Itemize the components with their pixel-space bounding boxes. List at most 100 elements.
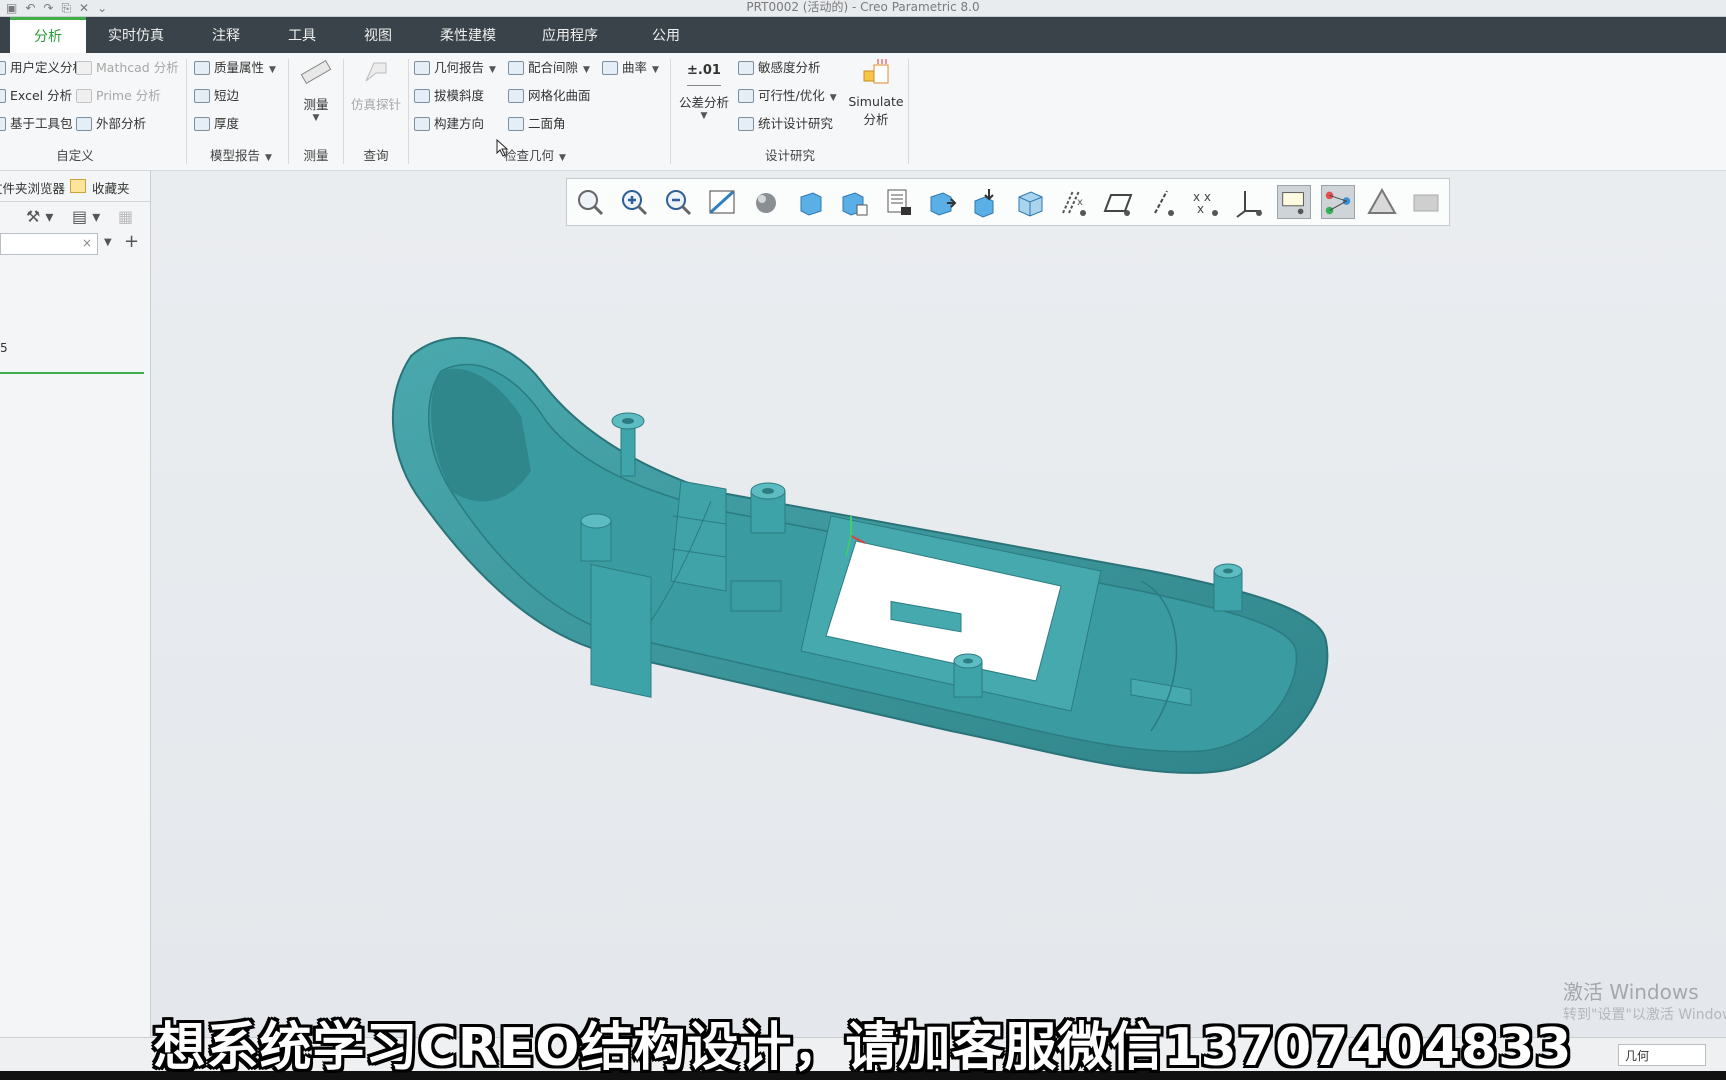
saved-orientations-icon[interactable] bbox=[793, 185, 827, 219]
zoom-in-icon[interactable] bbox=[617, 185, 651, 219]
graphics-window[interactable] bbox=[151, 171, 1726, 1037]
display-style-icon[interactable] bbox=[749, 185, 783, 219]
tab-common[interactable]: 公用 bbox=[636, 17, 696, 53]
mathcad-analysis-button[interactable]: Mathcad 分析 bbox=[76, 58, 179, 78]
clear-search-icon[interactable]: × bbox=[82, 236, 92, 250]
group-label-model-report[interactable]: 模型报告 ▼ bbox=[196, 147, 286, 165]
simulate-icon bbox=[863, 59, 889, 84]
mesh-surface-button[interactable]: 网格化曲面 bbox=[508, 86, 591, 106]
group-label-query: 查询 bbox=[363, 148, 389, 163]
window-title: PRT0002 (活动的) - Creo Parametric 8.0 bbox=[746, 0, 980, 14]
short-edge-button[interactable]: 短边 bbox=[194, 86, 239, 106]
tab-favorites[interactable]: 收藏夹 bbox=[92, 178, 130, 197]
chevron-down-icon: ▼ bbox=[700, 111, 708, 121]
dihedral-icon bbox=[508, 117, 524, 131]
repaint-icon[interactable] bbox=[705, 185, 739, 219]
clearance-button[interactable]: 配合间隙 ▼ bbox=[508, 58, 590, 78]
simulate-analysis-button[interactable]: Simulate 分析 bbox=[846, 57, 906, 128]
group-label-custom: 自定义 bbox=[56, 148, 94, 163]
csys-display-icon[interactable] bbox=[1233, 185, 1267, 219]
tree-columns-icon[interactable]: ▦ bbox=[118, 207, 133, 226]
statistical-icon bbox=[738, 117, 754, 131]
tree-item[interactable]: 5 bbox=[0, 341, 8, 355]
view-manager-icon[interactable] bbox=[837, 185, 871, 219]
tab-tools[interactable]: 工具 bbox=[272, 17, 332, 53]
perspective-icon[interactable] bbox=[881, 185, 915, 219]
axis-display-icon[interactable] bbox=[1145, 185, 1179, 219]
geometry-report-button[interactable]: 几何报告 ▼ bbox=[414, 58, 496, 78]
part-model[interactable] bbox=[151, 171, 1726, 1037]
external-analysis-button[interactable]: 外部分析 bbox=[76, 114, 146, 134]
tab-analysis[interactable]: 分析 bbox=[10, 17, 86, 53]
draft-icon bbox=[414, 89, 430, 103]
navigator-search-input[interactable]: × bbox=[0, 233, 98, 255]
ribbon-tab-bar: 分析 实时仿真 注释 工具 视图 柔性建模 应用程序 公用 bbox=[0, 17, 1726, 53]
sensitivity-analysis-button[interactable]: 敏感度分析 bbox=[738, 58, 821, 78]
curvature-button[interactable]: 曲率 ▼ bbox=[602, 58, 659, 78]
plane-display-icon[interactable] bbox=[1101, 185, 1135, 219]
tree-insert-line bbox=[0, 372, 144, 374]
spin-center-icon[interactable] bbox=[969, 185, 1003, 219]
point-display-icon[interactable]: x xx bbox=[1189, 185, 1223, 219]
navigator-tabs: 文件夹浏览器 收藏夹 bbox=[0, 171, 150, 202]
group-separator bbox=[670, 59, 671, 164]
svg-text:x: x bbox=[1197, 202, 1204, 216]
simulation-display-icon[interactable] bbox=[1365, 185, 1399, 219]
tab-view[interactable]: 视图 bbox=[348, 17, 408, 53]
favorites-icon bbox=[70, 179, 86, 193]
ruler-icon bbox=[300, 59, 332, 85]
geometry-report-icon bbox=[414, 61, 430, 75]
prime-analysis-button[interactable]: Prime 分析 bbox=[76, 86, 161, 106]
user-defined-analysis-button[interactable]: 用户定义分析 bbox=[0, 58, 85, 78]
section-icon[interactable] bbox=[925, 185, 959, 219]
tolerance-icon: ±.01 bbox=[687, 59, 721, 86]
curvature-icon bbox=[602, 61, 618, 75]
draft-button[interactable]: 拔模斜度 bbox=[414, 86, 484, 106]
refit-icon[interactable] bbox=[573, 185, 607, 219]
chevron-down-icon: ▼ bbox=[312, 113, 320, 123]
tab-flexible-modeling[interactable]: 柔性建模 bbox=[428, 17, 508, 53]
tolerance-analysis-button[interactable]: ±.01 公差分析 ▼ bbox=[674, 57, 734, 121]
annotation-display-icon[interactable] bbox=[1277, 185, 1311, 219]
statistical-design-study-button[interactable]: 统计设计研究 bbox=[738, 114, 833, 134]
mass-properties-button[interactable]: 质量属性 ▼ bbox=[194, 58, 276, 78]
feasibility-optimization-button[interactable]: 可行性/优化 ▼ bbox=[738, 86, 837, 106]
svg-text:x: x bbox=[1077, 197, 1083, 208]
tab-applications[interactable]: 应用程序 bbox=[530, 17, 610, 53]
chevron-down-icon: ▼ bbox=[652, 65, 659, 75]
simulation-probe-button[interactable]: 仿真探针 bbox=[346, 57, 406, 113]
chevron-down-icon: ▼ bbox=[583, 65, 590, 75]
excel-icon bbox=[0, 89, 6, 103]
feasibility-icon bbox=[738, 89, 754, 103]
tab-folder-browser[interactable]: 文件夹浏览器 bbox=[0, 178, 65, 197]
group-label-design-study: 设计研究 bbox=[764, 148, 815, 163]
sketch-display-icon[interactable] bbox=[1321, 185, 1355, 219]
excel-analysis-button[interactable]: Excel 分析 bbox=[0, 86, 72, 106]
windows-activation-watermark: 激活 Windows bbox=[1563, 980, 1699, 1004]
toolkit-analysis-button[interactable]: 基于工具包 bbox=[0, 114, 73, 134]
title-bar: ▣↶↷⎘✕⌄ PRT0002 (活动的) - Creo Parametric 8… bbox=[0, 0, 1726, 17]
tab-live-simulation[interactable]: 实时仿真 bbox=[98, 17, 174, 53]
chevron-down-icon[interactable]: ▼ bbox=[104, 237, 112, 248]
appearance-icon[interactable] bbox=[1409, 185, 1443, 219]
mouse-cursor-icon bbox=[496, 139, 509, 157]
thickness-button[interactable]: 厚度 bbox=[194, 114, 239, 134]
probe-icon bbox=[365, 62, 387, 82]
sensitivity-icon bbox=[738, 61, 754, 75]
mathcad-icon bbox=[76, 61, 92, 75]
chevron-down-icon: ▼ bbox=[265, 153, 272, 163]
shaded-box-icon[interactable] bbox=[1013, 185, 1047, 219]
zoom-out-icon[interactable] bbox=[661, 185, 695, 219]
build-direction-button[interactable]: 构建方向 bbox=[414, 114, 484, 134]
add-icon[interactable]: + bbox=[124, 231, 139, 252]
tree-settings-icon[interactable]: ⚒ ▾ bbox=[26, 207, 53, 226]
external-analysis-icon bbox=[76, 117, 92, 131]
analysis-icon bbox=[0, 61, 6, 75]
measure-button[interactable]: 测量 ▼ bbox=[296, 57, 336, 123]
tree-filter-icon[interactable]: ▤ ▾ bbox=[72, 207, 100, 226]
tab-annotate[interactable]: 注释 bbox=[196, 17, 256, 53]
mesh-icon bbox=[508, 89, 524, 103]
short-edge-icon bbox=[194, 89, 210, 103]
datum-display-icon[interactable]: x bbox=[1057, 185, 1091, 219]
dihedral-angle-button[interactable]: 二面角 bbox=[508, 114, 566, 134]
